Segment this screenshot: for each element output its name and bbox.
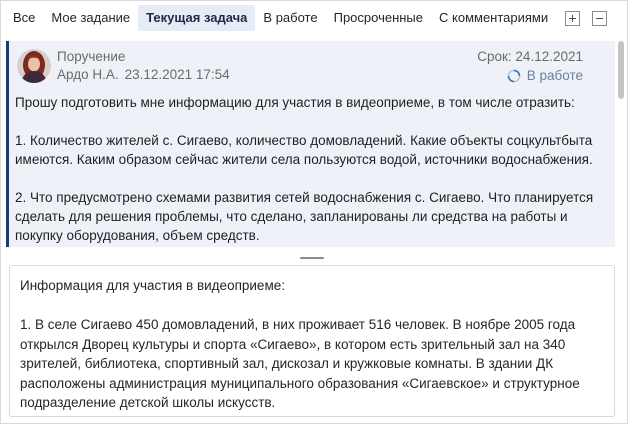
task-card: Поручение Ардо Н.А. 23.12.2021 17:54 Срок…: [6, 41, 615, 247]
avatar-image: [17, 49, 51, 83]
status-label: В работе: [526, 68, 583, 83]
panel-splitter[interactable]: [1, 251, 627, 263]
reply-paragraph: 1. В селе Сигаево 450 домовладений, в ни…: [20, 317, 580, 410]
task-kind: Поручение: [57, 49, 126, 64]
task-author-line: Ардо Н.А. 23.12.2021 17:54: [57, 67, 230, 82]
task-scrollbar[interactable]: [617, 41, 625, 247]
tab-with-comments[interactable]: С комментариями: [431, 5, 556, 31]
reply-field[interactable]: Информация для участия в видеоприеме: 1.…: [9, 265, 615, 417]
collapse-all-button[interactable]: [592, 11, 607, 26]
avatar: [17, 49, 51, 83]
task-paragraph: 2. Что предусмотрено схемами развития се…: [15, 190, 594, 243]
reply-text[interactable]: Информация для участия в видеоприеме: 1.…: [20, 276, 606, 416]
task-description: Прошу подготовить мне информацию для уча…: [15, 93, 611, 247]
task-paragraph: Прошу подготовить мне информацию для уча…: [15, 95, 575, 110]
minus-box-icon: [596, 18, 603, 19]
tab-my-assignment[interactable]: Мое задание: [43, 5, 138, 31]
task-author: Ардо Н.А.: [57, 67, 119, 82]
spinner-icon: [507, 69, 521, 82]
tab-overdue[interactable]: Просроченные: [326, 5, 431, 31]
expand-all-button[interactable]: [565, 11, 580, 26]
filter-tabs: Все Мое задание Текущая задача В работе …: [1, 1, 627, 35]
status-badge: В работе: [507, 68, 583, 83]
tab-current-task[interactable]: Текущая задача: [138, 5, 256, 31]
reply-paragraph: Информация для участия в видеоприеме:: [20, 278, 285, 293]
splitter-grip-icon[interactable]: [300, 257, 324, 259]
tab-all[interactable]: Все: [1, 5, 43, 31]
tab-in-progress[interactable]: В работе: [255, 5, 325, 31]
task-window: Все Мое задание Текущая задача В работе …: [0, 0, 628, 424]
task-paragraph: 1. Количество жителей с. Сигаево, количе…: [15, 133, 593, 167]
task-deadline: Срок: 24.12.2021: [477, 49, 583, 64]
scrollbar-thumb[interactable]: [618, 41, 624, 99]
task-date: 23.12.2021 17:54: [124, 67, 230, 82]
